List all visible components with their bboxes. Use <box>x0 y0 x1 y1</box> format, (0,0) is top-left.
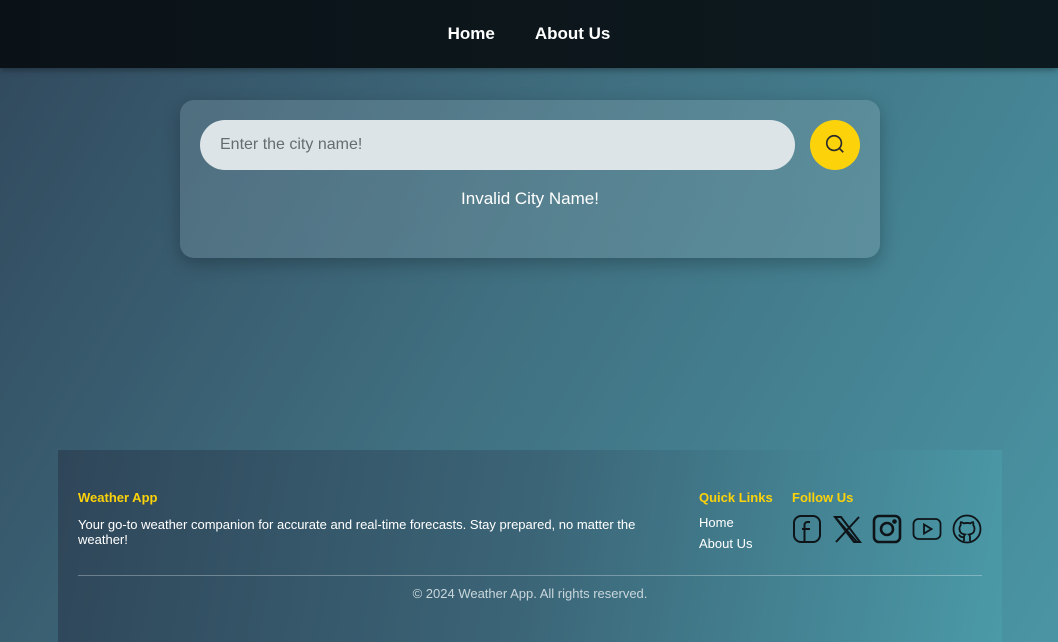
social-links <box>792 513 982 545</box>
footer-description: Your go-to weather companion for accurat… <box>78 517 636 547</box>
follow-us-title: Follow Us <box>792 490 854 505</box>
nav-about-link[interactable]: About Us <box>535 24 611 44</box>
footer-link-home[interactable]: Home <box>699 515 752 530</box>
search-icon <box>824 133 846 158</box>
nav-home-link[interactable]: Home <box>448 24 495 44</box>
search-card: Invalid City Name! <box>180 100 880 258</box>
facebook-icon[interactable] <box>792 513 822 545</box>
error-message: Invalid City Name! <box>461 189 599 208</box>
quick-links-title: Quick Links <box>699 490 773 505</box>
footer-brand: Weather App <box>78 490 158 505</box>
footer-divider <box>78 575 982 576</box>
quick-links-list: Home About Us <box>699 515 752 557</box>
copyright-text: © 2024 Weather App. All rights reserved. <box>412 586 648 601</box>
footer-link-about[interactable]: About Us <box>699 536 752 551</box>
instagram-icon[interactable] <box>872 513 902 545</box>
top-navbar: Home About Us <box>0 0 1058 68</box>
footer: Weather App Your go-to weather companion… <box>58 450 1002 642</box>
search-button[interactable] <box>810 120 860 170</box>
city-search-input[interactable] <box>200 120 795 170</box>
x-icon[interactable] <box>832 513 862 545</box>
youtube-icon[interactable] <box>912 513 942 545</box>
github-icon[interactable] <box>952 513 982 545</box>
